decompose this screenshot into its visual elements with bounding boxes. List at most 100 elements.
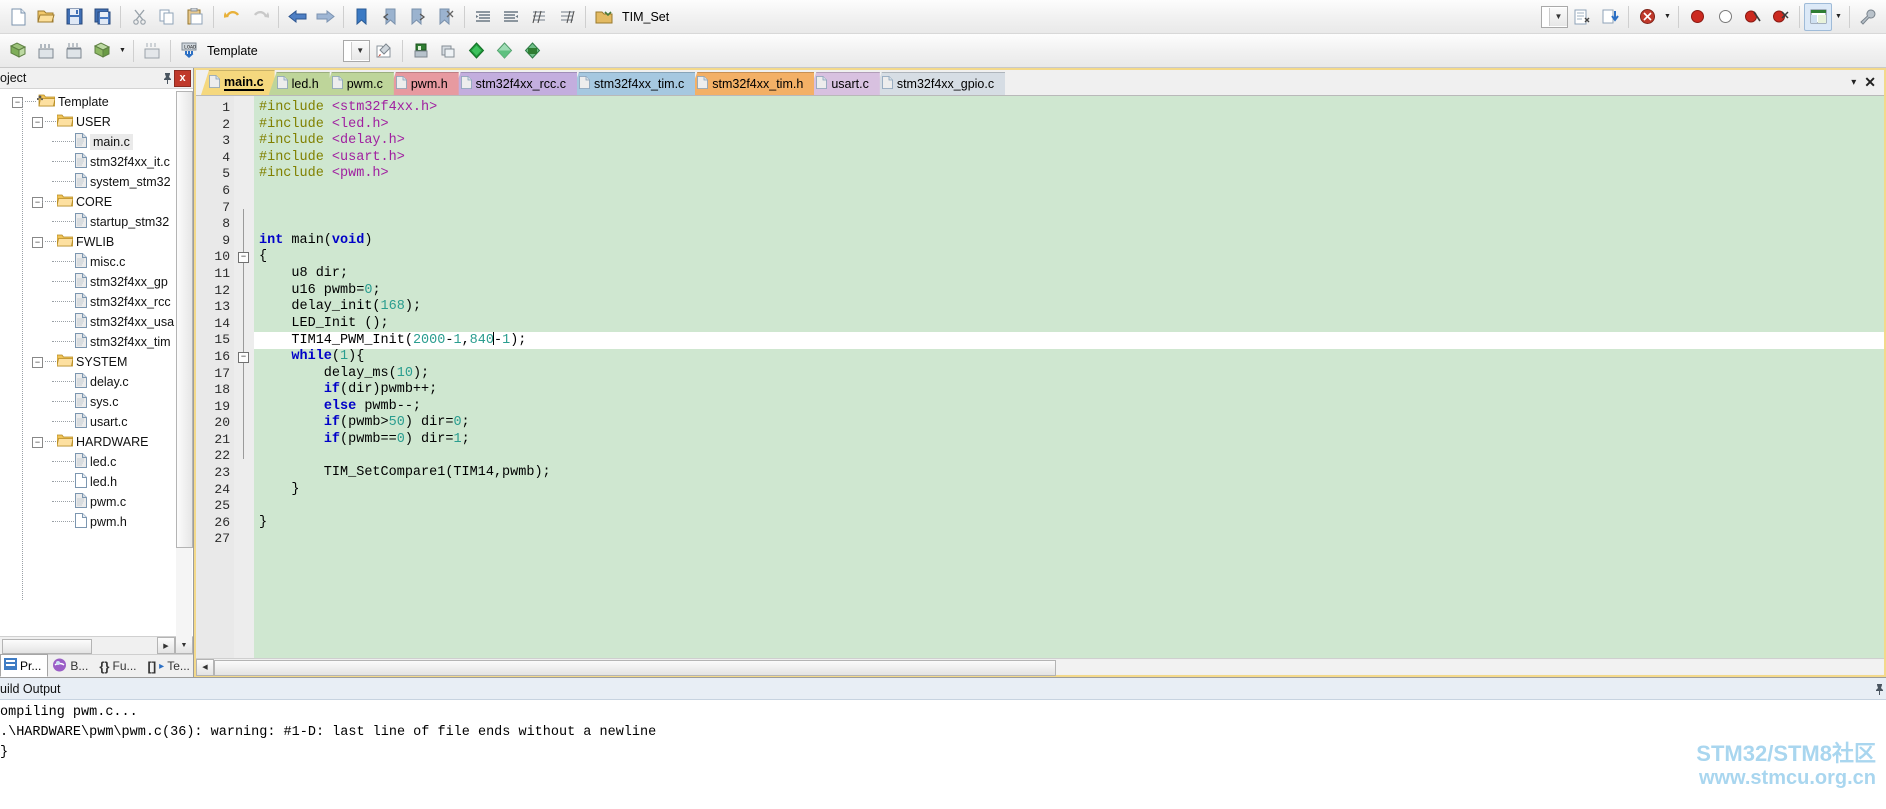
tree-item-stm32f4xx-tim[interactable]: stm32f4xx_tim [0,332,193,352]
code-fold-toggle[interactable]: − [238,252,249,264]
target-select[interactable]: ▼ [1541,5,1568,28]
layout-dropdown-icon[interactable]: ▼ [1832,4,1845,30]
copy-icon[interactable] [153,3,181,31]
tree-collapse-icon[interactable]: − [32,356,43,368]
tree-item-pwm-h[interactable]: pwm.h [0,512,193,532]
code-line[interactable]: #include <stm32f4xx.h> [254,100,1884,117]
hscroll-track[interactable] [1,638,156,654]
code-line[interactable]: delay_init(168); [254,299,1884,316]
select-software-packs-icon[interactable] [463,37,491,65]
pin-icon[interactable] [1872,681,1886,697]
pack-installer-icon[interactable] [407,37,435,65]
tree-item-stm32f4xx-gp[interactable]: stm32f4xx_gp [0,272,193,292]
tab-templates[interactable]: [] ▸ Te... [144,655,197,677]
editor-tab-usart-c[interactable]: usart.c [808,72,880,95]
tree-item-usart-c[interactable]: usart.c [0,412,193,432]
code-hscroll-thumb[interactable] [214,660,1056,676]
tab-books[interactable]: B... [48,655,95,677]
editor-tab-pwm-h[interactable]: pwm.h [387,72,459,95]
code-editor[interactable]: 1 2 3 4 5 6 7 8 9 10 11 12 13 14 15 16 17 18 19 20 21 22 23 24 2… [196,96,1884,658]
new-file-icon[interactable] [4,3,32,31]
bookmark-toggle-icon[interactable] [348,3,376,31]
tree-item-startup-stm32[interactable]: startup_stm32 [0,212,193,232]
paste-icon[interactable] [181,3,209,31]
hscroll-thumb[interactable] [2,639,92,654]
stop-build-icon[interactable] [138,37,166,65]
debug-dropdown-icon[interactable]: ▼ [1661,4,1674,30]
uncomment-block-icon[interactable] [553,3,581,31]
tree-item-led-c[interactable]: led.c [0,452,193,472]
code-folding-column[interactable]: − − [234,96,254,658]
code-line[interactable]: TIM14_PWM_Init(2000-1,840-1); [254,332,1884,349]
manage-project-items-icon[interactable] [370,37,398,65]
code-line[interactable]: TIM_SetCompare1(TIM14,pwmb); [254,465,1884,482]
chevron-down-icon[interactable]: ▼ [1549,7,1567,26]
code-line[interactable]: int main(void) [254,233,1884,250]
code-line[interactable] [254,183,1884,200]
download-flash-icon[interactable]: LOAD [175,37,203,65]
tab-functions[interactable]: {} Fu... [95,655,143,677]
indent-right-icon[interactable] [469,3,497,31]
navigate-back-icon[interactable] [283,3,311,31]
bookmark-next-icon[interactable] [404,3,432,31]
chevron-down-icon[interactable]: ▼ [350,41,369,60]
project-tree[interactable]: − Template − USER main.c stm32f4xx_it.c system… [0,89,193,636]
download-icon[interactable] [1596,3,1624,31]
code-line[interactable] [254,216,1884,233]
project-tree-hscrollbar[interactable]: ▶ ▼ [0,636,193,654]
cut-icon[interactable] [125,3,153,31]
editor-tab-stm32f4xx-gpio-c[interactable]: stm32f4xx_gpio.c [873,72,1006,95]
disable-breakpoint-icon[interactable] [1711,3,1739,31]
tree-item-misc-c[interactable]: misc.c [0,252,193,272]
tree-collapse-icon[interactable]: − [32,116,43,128]
code-line[interactable]: u8 dir; [254,266,1884,283]
code-line[interactable]: if(dir)pwmb++; [254,382,1884,399]
batch-build-dropdown-icon[interactable]: ▼ [116,38,129,64]
editor-tab-pwm-c[interactable]: pwm.c [323,72,394,95]
open-file-icon[interactable] [32,3,60,31]
close-icon[interactable]: ✕ [1864,74,1876,91]
tree-item-fwlib[interactable]: − FWLIB [0,232,193,252]
tree-item-stm32f4xx-rcc[interactable]: stm32f4xx_rcc [0,292,193,312]
translate-file-icon[interactable] [4,37,32,65]
code-line[interactable]: #include <pwm.h> [254,166,1884,183]
manage-environment-icon[interactable] [519,37,547,65]
project-tree-vscroll-thumb[interactable] [176,91,193,548]
code-line[interactable] [254,448,1884,465]
tree-item-delay-c[interactable]: delay.c [0,372,193,392]
tree-item-user[interactable]: − USER [0,112,193,132]
manage-run-time-icon[interactable] [491,37,519,65]
code-line[interactable]: } [254,515,1884,532]
build-target-2-icon[interactable] [32,37,60,65]
tab-project[interactable]: Pr... [0,654,49,677]
tree-item-sys-c[interactable]: sys.c [0,392,193,412]
save-all-icon[interactable] [88,3,116,31]
tree-item-main-c[interactable]: main.c [0,132,193,152]
editor-tab-stm32f4xx-rcc-c[interactable]: stm32f4xx_rcc.c [452,72,577,95]
code-line[interactable]: #include <usart.h> [254,150,1884,167]
pin-icon[interactable] [160,70,174,86]
code-line[interactable]: { [254,249,1884,266]
tree-item-template[interactable]: − Template [0,92,193,112]
build-output-text[interactable]: ompiling pwm.c... .\HARDWARE\pwm\pwm.c(36… [0,700,1886,809]
window-layout-icon[interactable] [1804,2,1832,31]
tree-item-system[interactable]: − SYSTEM [0,352,193,372]
code-fold-toggle[interactable]: − [238,352,249,363]
tree-collapse-icon[interactable]: − [32,236,43,248]
code-text[interactable]: #include <stm32f4xx.h> #include <led.h> #i… [254,96,1884,658]
navigate-forward-icon[interactable] [311,3,339,31]
code-line[interactable]: else pwmb--; [254,399,1884,416]
editor-tab-stm32f4xx-tim-c[interactable]: stm32f4xx_tim.c [570,72,696,95]
hscroll-right-button[interactable]: ▶ [157,637,175,654]
undo-icon[interactable] [218,3,246,31]
indent-left-icon[interactable] [497,3,525,31]
comment-block-icon[interactable] [525,3,553,31]
rebuild-all-icon[interactable] [60,37,88,65]
insert-breakpoint-icon[interactable] [1683,3,1711,31]
code-line[interactable]: if(pwmb==0) dir=1; [254,432,1884,449]
build-target-icon[interactable] [1568,3,1596,31]
redo-icon[interactable] [246,3,274,31]
save-file-icon[interactable] [60,3,88,31]
code-line[interactable]: while(1){ [254,349,1884,366]
code-line[interactable]: #include <led.h> [254,117,1884,134]
